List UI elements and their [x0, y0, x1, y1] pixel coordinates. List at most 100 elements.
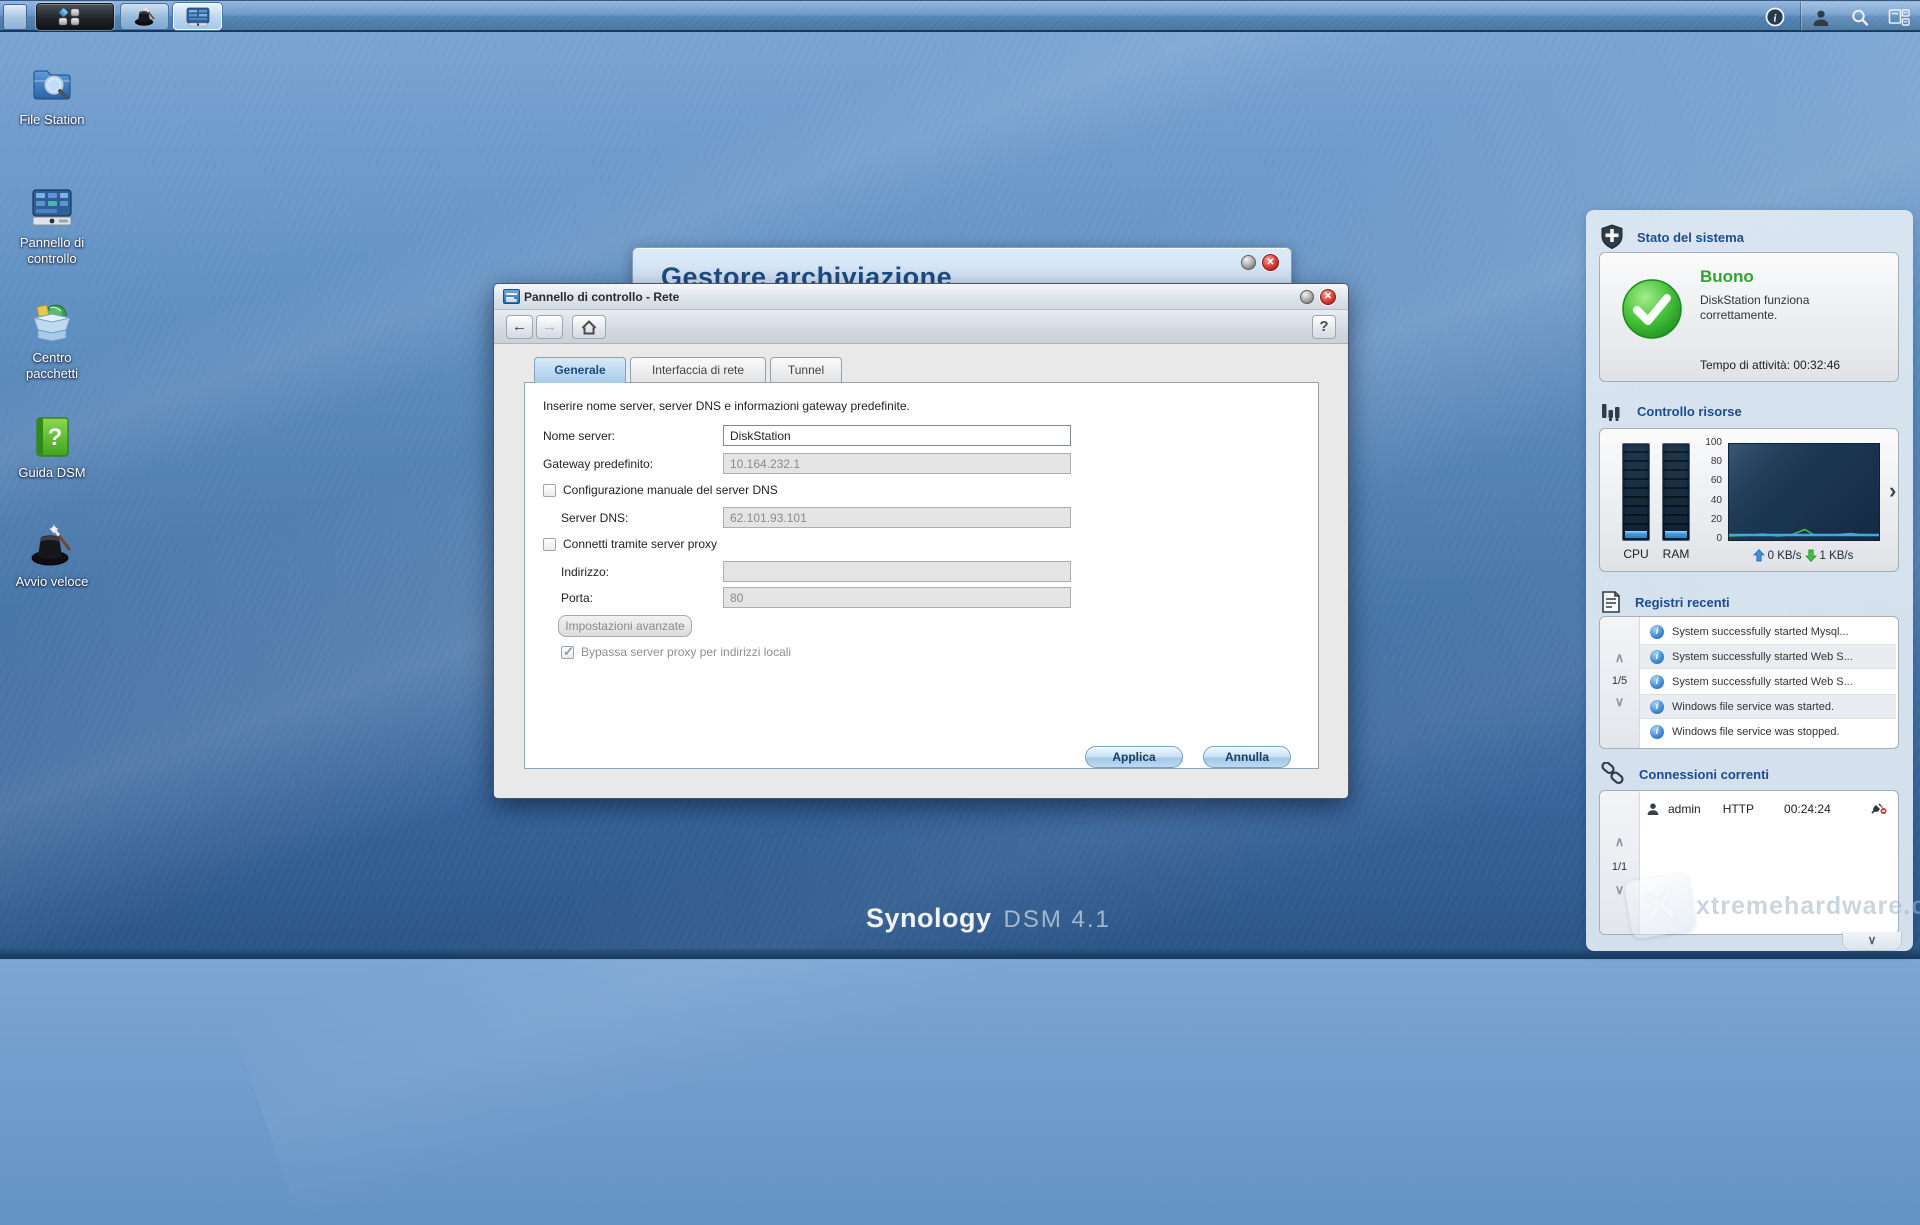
svg-text:?: ?: [48, 424, 63, 451]
widget-title: Connessioni correnti: [1639, 767, 1769, 782]
logs-pager: ∧ 1/5 ∨: [1600, 617, 1640, 748]
ram-label: RAM: [1662, 547, 1690, 561]
checkbox-box: [561, 646, 574, 659]
desktop-icon-guida-dsm[interactable]: ? Guida DSM: [8, 413, 96, 481]
magic-hat-icon: [133, 6, 157, 28]
log-row[interactable]: iSystem successfully started Web S...: [1640, 644, 1896, 669]
desktop-icon-file-station[interactable]: File Station: [8, 60, 96, 128]
proxy-checkbox[interactable]: Connetti tramite server proxy: [543, 537, 717, 551]
close-icon[interactable]: ✕: [1320, 289, 1336, 305]
desktop-icon-label: Pannello di controllo: [8, 235, 96, 267]
desktop-icon-label: Guida DSM: [8, 465, 96, 481]
control-panel-mini-icon: [503, 289, 520, 304]
desktop-icon-centro-pacchetti[interactable]: Centro pacchetti: [8, 298, 96, 382]
user-account-icon[interactable]: [1808, 5, 1834, 31]
tab-content-generale: Inserire nome server, server DNS e infor…: [524, 382, 1319, 769]
main-menu-button[interactable]: [36, 3, 114, 30]
desktop-icon-pannello-di-controllo[interactable]: Pannello di controllo: [8, 183, 96, 267]
tab-generale[interactable]: Generale: [534, 357, 626, 383]
desktop-icon-label: Avvio veloce: [8, 574, 96, 590]
search-icon[interactable]: [1847, 5, 1873, 31]
pilot-view-icon[interactable]: [1886, 5, 1912, 31]
pager-up-icon[interactable]: ∧: [1600, 835, 1639, 849]
apply-button[interactable]: Applica: [1085, 746, 1183, 768]
close-icon[interactable]: ✕: [1262, 254, 1279, 271]
system-status-header: Stato del sistema: [1600, 224, 1744, 250]
server-name-label: Nome server:: [543, 429, 615, 443]
home-button[interactable]: [572, 315, 606, 339]
synology-logo: Synology: [866, 903, 992, 934]
dns-input: [723, 507, 1071, 528]
connections-header: Connessioni correnti: [1600, 762, 1769, 786]
widgets-collapse-chevron[interactable]: ∨: [1842, 932, 1902, 951]
dsm-help-book-icon: ?: [28, 413, 76, 461]
xtremehardware-watermark: ✕ xtremehardware.com: [1628, 877, 1920, 935]
tab-tunnel[interactable]: Tunnel: [770, 357, 842, 382]
advanced-settings-button: Impostazioni avanzate: [558, 615, 692, 637]
dsm-version: DSM 4.1: [1004, 906, 1111, 934]
widget-title: Controllo risorse: [1637, 404, 1742, 419]
ram-gauge: [1662, 443, 1690, 541]
taskbar-right-group: [1800, 2, 1920, 31]
disconnect-icon[interactable]: [1870, 801, 1888, 818]
notifications-info-icon[interactable]: i: [1762, 4, 1788, 30]
connection-row: admin HTTP 00:24:24: [1640, 797, 1894, 821]
desktop-icon-label: File Station: [8, 112, 96, 128]
address-input: [723, 561, 1071, 582]
dns-label: Server DNS:: [561, 511, 628, 525]
system-status-card: Buono DiskStation funziona correttamente…: [1599, 252, 1899, 382]
cancel-button[interactable]: Annulla: [1203, 746, 1291, 768]
checkbox-label: Connetti tramite server proxy: [563, 537, 717, 551]
checkbox-box[interactable]: [543, 538, 556, 551]
dialog-titlebar[interactable]: Pannello di controllo - Rete ✕: [494, 284, 1348, 310]
help-button[interactable]: ?: [1312, 315, 1336, 339]
back-button[interactable]: ←: [506, 315, 533, 339]
forward-button[interactable]: →: [536, 315, 563, 339]
status-ok-icon: [1620, 277, 1684, 341]
cpu-gauge: [1622, 443, 1650, 541]
log-row[interactable]: iWindows file service was started.: [1640, 694, 1896, 719]
tab-interfaccia-di-rete[interactable]: Interfaccia di rete: [630, 357, 766, 382]
magic-hat-icon: [28, 522, 76, 570]
show-desktop-button[interactable]: [3, 4, 27, 30]
manual-dns-checkbox[interactable]: Configurazione manuale del server DNS: [543, 483, 778, 497]
minimize-button[interactable]: [1241, 255, 1256, 270]
resource-expand-chevron[interactable]: ›: [1889, 478, 1896, 504]
cpu-label: CPU: [1622, 547, 1650, 561]
log-row[interactable]: iWindows file service was stopped.: [1640, 719, 1896, 744]
connections-card: ∧ 1/1 ∨ admin HTTP 00:24:24: [1599, 790, 1899, 935]
info-icon: i: [1650, 700, 1664, 714]
gateway-input: [723, 453, 1071, 474]
dialog-title: Pannello di controllo - Rete: [524, 290, 679, 304]
pager-down-icon[interactable]: ∨: [1600, 695, 1639, 709]
pager-page: 1/5: [1600, 675, 1639, 687]
info-icon: i: [1650, 725, 1664, 739]
pager-down-icon[interactable]: ∨: [1600, 883, 1639, 897]
log-row[interactable]: iSystem successfully started Web S...: [1640, 669, 1896, 694]
resource-monitor-card: CPU RAM 10080 6040 200 0 KB/s 1 KB/s: [1599, 428, 1899, 572]
port-input: [723, 587, 1071, 608]
dialog-toolbar: ← → ?: [494, 310, 1348, 344]
info-icon: i: [1650, 675, 1664, 689]
status-uptime: Tempo di attività: 00:32:46: [1700, 358, 1840, 372]
log-row[interactable]: iSystem successfully started Mysql...: [1640, 619, 1896, 644]
minimize-button[interactable]: [1300, 290, 1314, 304]
network-chart-yaxis: 10080 6040 200: [1692, 438, 1722, 544]
shield-icon: [1600, 224, 1624, 250]
upload-speed: 0 KB/s: [1768, 550, 1802, 562]
widgets-panel: Stato del sistema Buono DiskStation funz…: [1586, 210, 1913, 951]
server-name-input[interactable]: [723, 425, 1071, 446]
dialog-pannello-di-controllo-rete: Pannello di controllo - Rete ✕ ← → ? Gen…: [493, 283, 1349, 799]
control-panel-icon: [186, 7, 210, 27]
desktop-icon-label: Centro pacchetti: [8, 350, 96, 382]
control-panel-icon: [28, 183, 76, 231]
taskbar-task-avvio-veloce[interactable]: [120, 3, 169, 30]
checkbox-box[interactable]: [543, 484, 556, 497]
package-center-icon: [28, 298, 76, 346]
desktop-icon-avvio-veloce[interactable]: Avvio veloce: [8, 522, 96, 590]
file-station-icon: [28, 60, 76, 108]
pager-up-icon[interactable]: ∧: [1600, 651, 1639, 665]
status-description: DiskStation funziona correttamente.: [1700, 293, 1809, 323]
taskbar-task-pannello-di-controllo[interactable]: [173, 3, 222, 30]
network-chart: [1728, 443, 1880, 541]
